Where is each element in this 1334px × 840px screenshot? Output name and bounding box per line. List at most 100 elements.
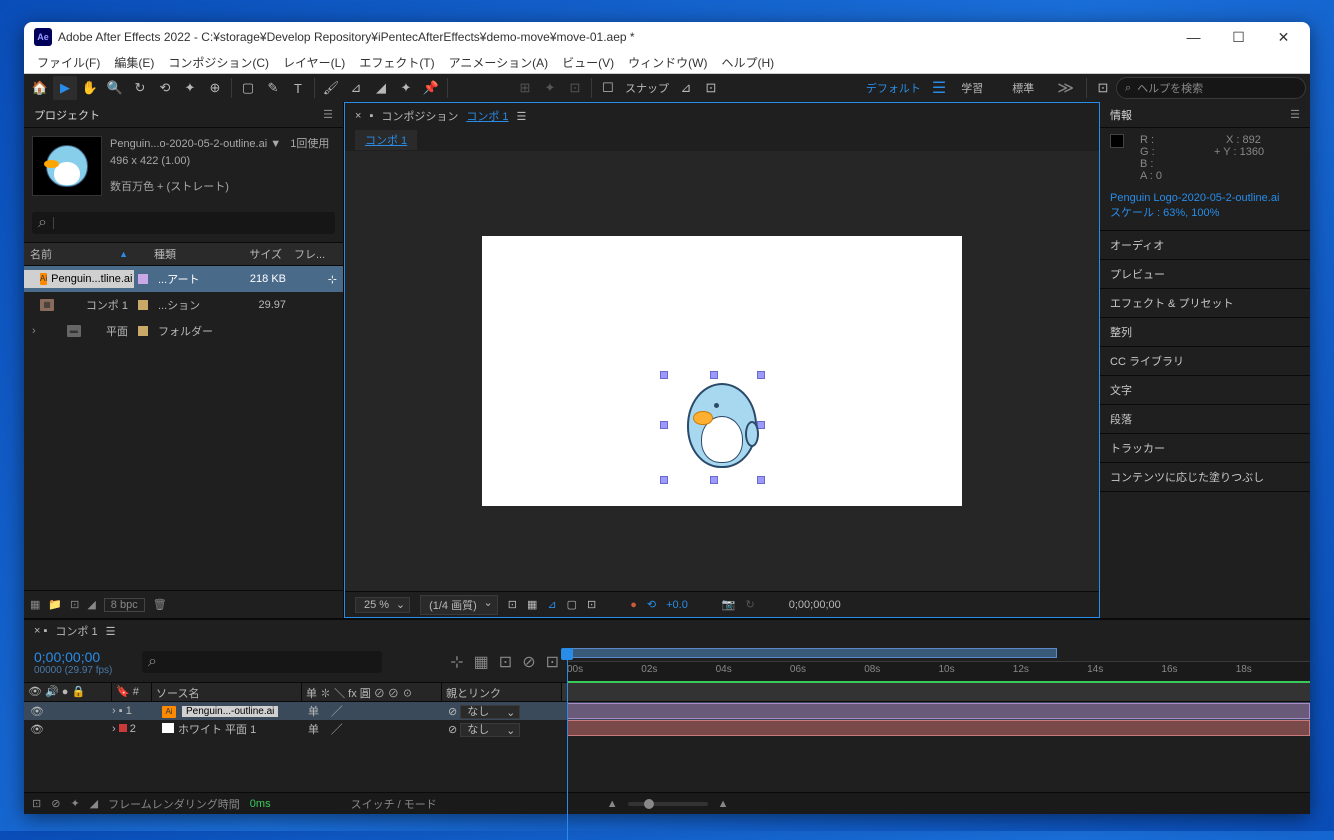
accordion-content-fill[interactable]: コンテンツに応じた塗りつぶし [1100, 463, 1310, 492]
eraser-tool[interactable]: ◢ [369, 76, 393, 100]
menu-animation[interactable]: アニメーション(A) [442, 54, 556, 71]
tlf-icon-1[interactable]: ⊡ [32, 797, 41, 810]
timeline-ruler[interactable]: 00s 02s 04s 06s 08s 10s 12s 14s 16s 18s [567, 661, 1310, 681]
project-row-solids[interactable]: ›▬平面 フォルダー [24, 318, 343, 344]
comp-icon[interactable]: ⊡ [70, 598, 79, 611]
switch-mode-button[interactable]: スイッチ / モード [351, 796, 437, 812]
accordion-paragraph[interactable]: 段落 [1100, 405, 1310, 434]
menu-layer[interactable]: レイヤー(L) [276, 54, 352, 71]
mesh2-icon[interactable]: ✦ [538, 76, 562, 100]
tl-icon-5[interactable]: ⊡ [546, 652, 559, 672]
tl-icon-4[interactable]: ⊘ [522, 652, 535, 672]
pen-tool[interactable]: ✎ [261, 76, 285, 100]
project-search[interactable]: ⌕ [32, 212, 335, 234]
exposure-icon[interactable]: ⟲ [647, 598, 656, 611]
track-bar-1[interactable] [567, 703, 1310, 719]
interpret-icon[interactable]: ▦ [30, 598, 40, 611]
exposure-value[interactable]: +0.0 [666, 599, 688, 611]
rect-tool[interactable]: ▢ [236, 76, 260, 100]
roto-tool[interactable]: ✦ [394, 76, 418, 100]
show-snapshot-icon[interactable]: ↻ [746, 598, 755, 611]
zoom-slider[interactable] [628, 802, 708, 806]
mesh-icon[interactable]: ⊞ [513, 76, 537, 100]
info-menu-icon[interactable]: ☰ [1290, 108, 1300, 121]
zoom-in-icon[interactable]: ▲ [718, 798, 729, 810]
snap-opt1[interactable]: ⊿ [674, 76, 698, 100]
search-toggle-icon[interactable]: ⊡ [1091, 76, 1115, 100]
menu-file[interactable]: ファイル(F) [30, 54, 107, 71]
workspace-learn[interactable]: 学習 [947, 80, 997, 96]
panel-menu-icon[interactable]: ☰ [323, 108, 333, 121]
maximize-button[interactable]: ☐ [1216, 22, 1261, 52]
tlf-icon-3[interactable]: ✦ [70, 797, 79, 810]
accordion-cclib[interactable]: CC ライブラリ [1100, 347, 1310, 376]
quality-dropdown[interactable]: (1/4 画質) [420, 595, 498, 615]
hand-tool[interactable]: ✋ [78, 76, 102, 100]
tlf-icon-2[interactable]: ⊘ [51, 797, 60, 810]
accordion-align[interactable]: 整列 [1100, 318, 1310, 347]
accordion-tracker[interactable]: トラッカー [1100, 434, 1310, 463]
puppet-tool[interactable]: 📌 [419, 76, 443, 100]
accordion-character[interactable]: 文字 [1100, 376, 1310, 405]
home-tool[interactable]: 🏠 [28, 76, 52, 100]
rotate-tool[interactable]: ⟲ [153, 76, 177, 100]
tl-icon-1[interactable]: ⊹ [450, 652, 463, 672]
camera-tool[interactable]: ✦ [178, 76, 202, 100]
selection-tool[interactable]: ▶ [53, 76, 77, 100]
timeline-timecode[interactable]: 0;00;00;00 00000 (29.97 fps) [24, 649, 142, 676]
menu-composition[interactable]: コンポジション(C) [161, 54, 276, 71]
vp-icon-3[interactable]: ⊿ [547, 598, 556, 611]
mesh3-icon[interactable]: ⊡ [563, 76, 587, 100]
zoom-tool[interactable]: 🔍 [103, 76, 127, 100]
parent-dropdown-1[interactable]: なし [460, 705, 520, 719]
work-area-bar[interactable] [567, 648, 1057, 658]
project-row-comp[interactable]: ▦コンポ 1 ...ション 29.97 [24, 292, 343, 318]
zoom-dropdown[interactable]: 25 % [355, 597, 410, 613]
text-tool[interactable]: T [286, 76, 310, 100]
menu-window[interactable]: ウィンドウ(W) [621, 54, 714, 71]
comp-link[interactable]: コンポ 1 [466, 108, 508, 124]
orbit-tool[interactable]: ↻ [128, 76, 152, 100]
snapshot-icon[interactable]: 📷 [722, 598, 736, 611]
panbehind-tool[interactable]: ⊕ [203, 76, 227, 100]
minimize-button[interactable]: — [1171, 22, 1216, 52]
vp-icon-1[interactable]: ⊡ [508, 598, 517, 611]
accordion-audio[interactable]: オーディオ [1100, 231, 1310, 260]
tlf-icon-4[interactable]: ◢ [90, 797, 98, 810]
clone-tool[interactable]: ⊿ [344, 76, 368, 100]
snap-opt2[interactable]: ⊡ [699, 76, 723, 100]
vp-icon-2[interactable]: ▦ [527, 598, 537, 611]
brush-tool[interactable]: 🖌 [319, 76, 343, 100]
close-button[interactable]: ✕ [1261, 22, 1306, 52]
accordion-preview[interactable]: プレビュー [1100, 260, 1310, 289]
viewport-time[interactable]: 0;00;00;00 [789, 599, 841, 611]
track-bar-2[interactable] [567, 720, 1310, 736]
folder-icon[interactable]: 📁 [48, 598, 62, 611]
project-row-penguin[interactable]: AiPenguin...tline.ai ...アート 218 KB ⊹ [24, 266, 343, 292]
comp-subtab[interactable]: コンポ 1 [355, 130, 417, 150]
menu-effect[interactable]: エフェクト(T) [352, 54, 441, 71]
color-mgmt-icon[interactable]: ● [630, 599, 637, 611]
timeline-tab[interactable]: × ▪ コンポ 1 ☰ [24, 620, 1310, 642]
snap-checkbox[interactable]: ☐ [596, 76, 620, 100]
menu-edit[interactable]: 編集(E) [107, 54, 161, 71]
zoom-out-icon[interactable]: ▲ [607, 798, 618, 810]
adjust-icon[interactable]: ◢ [87, 598, 95, 611]
menu-view[interactable]: ビュー(V) [555, 54, 621, 71]
workspace-standard[interactable]: 標準 [998, 80, 1048, 96]
playhead[interactable] [567, 648, 577, 682]
vp-icon-5[interactable]: ⊡ [587, 598, 596, 611]
bpc-button[interactable]: 8 bpc [104, 598, 145, 612]
project-column-headers[interactable]: 名前▲ 種類 サイズ フレ... [24, 242, 343, 266]
workspace-default[interactable]: デフォルト [856, 80, 931, 96]
composition-viewport[interactable] [345, 151, 1099, 591]
tl-icon-3[interactable]: ⊡ [499, 652, 512, 672]
vp-icon-4[interactable]: ▢ [567, 598, 577, 611]
timeline-search[interactable]: ⌕ [142, 651, 382, 673]
menu-help[interactable]: ヘルプ(H) [715, 54, 782, 71]
help-search[interactable]: ⌕ ヘルプを検索 [1116, 77, 1306, 99]
parent-dropdown-2[interactable]: なし [460, 723, 520, 737]
tl-icon-2[interactable]: ▦ [474, 652, 489, 672]
penguin-layer[interactable] [677, 383, 767, 478]
trash-icon[interactable]: 🗑 [153, 598, 167, 611]
